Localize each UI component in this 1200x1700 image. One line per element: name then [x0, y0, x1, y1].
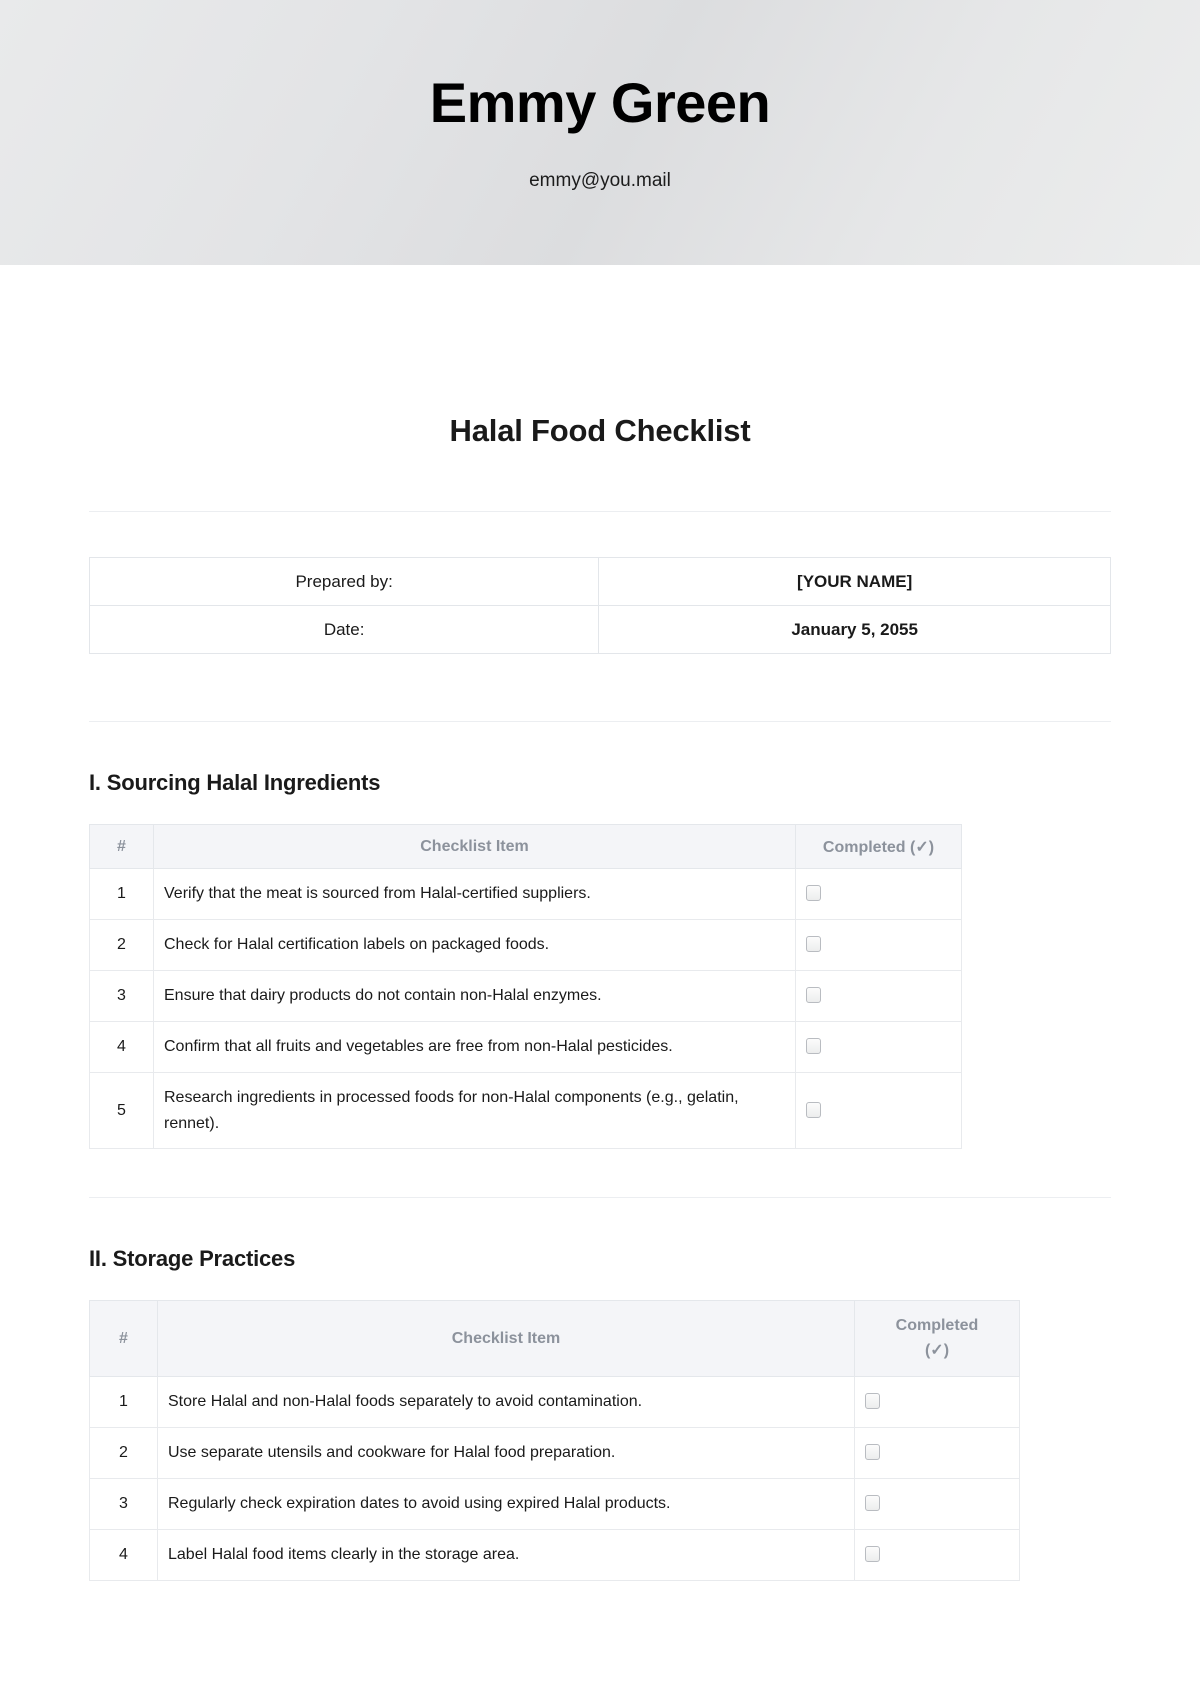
checkbox-icon[interactable]	[806, 1101, 821, 1118]
column-header-number: #	[89, 1300, 158, 1378]
row-number: 2	[89, 918, 154, 971]
table-row: Date: January 5, 2055	[88, 605, 1111, 654]
completed-cell[interactable]	[854, 1529, 1020, 1582]
checklist-item-text: Label Halal food items clearly in the st…	[157, 1529, 855, 1582]
table-row: 1 Store Halal and non-Halal foods separa…	[89, 1376, 1020, 1429]
checklist-item-text: Research ingredients in processed foods …	[153, 1071, 796, 1150]
prepared-by-table: Prepared by: [YOUR NAME] Date: January 5…	[88, 557, 1111, 654]
date-label: Date:	[88, 605, 600, 654]
document-body: Halal Food Checklist Prepared by: [YOUR …	[0, 413, 1200, 1582]
checkbox-icon[interactable]	[865, 1495, 880, 1512]
row-number: 4	[89, 1020, 154, 1073]
completed-cell[interactable]	[854, 1478, 1020, 1531]
title-divider	[89, 511, 1111, 512]
section-divider	[89, 1197, 1111, 1199]
completed-cell[interactable]	[795, 868, 962, 920]
checkbox-icon[interactable]	[865, 1444, 880, 1461]
checkbox-icon[interactable]	[806, 935, 821, 952]
table-row: 4 Label Halal food items clearly in the …	[89, 1529, 1020, 1582]
completed-cell[interactable]	[795, 918, 962, 971]
checklist-item-text: Check for Halal certification labels on …	[153, 918, 796, 971]
checkbox-icon[interactable]	[806, 1037, 821, 1054]
completed-cell[interactable]	[795, 1071, 962, 1150]
column-header-completed-line1: Completed	[895, 1317, 979, 1335]
column-header-completed: Completed (✓)	[795, 824, 962, 869]
column-header-number: #	[89, 824, 154, 869]
info-divider	[89, 721, 1111, 722]
prepared-by-label: Prepared by:	[88, 557, 600, 606]
column-header-completed: Completed (✓)	[854, 1300, 1020, 1378]
table-header-row: # Checklist Item Completed (✓)	[89, 824, 962, 869]
date-value[interactable]: January 5, 2055	[598, 605, 1111, 654]
banner-content: Emmy Green emmy@you.mail	[0, 72, 1200, 192]
completed-cell[interactable]	[795, 969, 962, 1022]
column-header-item: Checklist Item	[153, 824, 796, 869]
table-row: 3 Regularly check expiration dates to av…	[89, 1478, 1020, 1531]
completed-cell[interactable]	[795, 1020, 962, 1073]
row-number: 2	[89, 1427, 158, 1480]
table-row: 5 Research ingredients in processed food…	[89, 1071, 962, 1150]
checklist-item-text: Use separate utensils and cookware for H…	[157, 1427, 855, 1480]
checklist-item-text: Ensure that dairy products do not contai…	[153, 969, 796, 1022]
checklist-table-2: # Checklist Item Completed (✓) 1 Store H…	[89, 1300, 1020, 1582]
section-heading-1: I. Sourcing Halal Ingredients	[89, 770, 381, 795]
table-row: 3 Ensure that dairy products do not cont…	[89, 969, 962, 1022]
row-number: 5	[89, 1071, 154, 1150]
checklist-item-text: Store Halal and non-Halal foods separate…	[157, 1376, 855, 1429]
checkbox-icon[interactable]	[806, 884, 821, 901]
checkbox-icon[interactable]	[806, 986, 821, 1003]
table-header-row: # Checklist Item Completed (✓)	[89, 1300, 1020, 1378]
table-row: 2 Check for Halal certification labels o…	[89, 918, 962, 971]
table-row: 2 Use separate utensils and cookware for…	[89, 1427, 1020, 1480]
completed-cell[interactable]	[854, 1427, 1020, 1480]
table-row: 4 Confirm that all fruits and vegetables…	[89, 1020, 962, 1073]
prepared-by-value[interactable]: [YOUR NAME]	[598, 557, 1111, 606]
column-header-completed-line2: (✓)	[924, 1341, 950, 1359]
checkbox-icon[interactable]	[865, 1546, 880, 1563]
profile-banner: Emmy Green emmy@you.mail	[0, 0, 1200, 265]
page-title: Halal Food Checklist	[449, 413, 751, 448]
profile-email: emmy@you.mail	[529, 169, 671, 191]
checklist-item-text: Confirm that all fruits and vegetables a…	[153, 1020, 796, 1073]
row-number: 4	[89, 1529, 158, 1582]
table-row: Prepared by: [YOUR NAME]	[88, 557, 1111, 606]
checklist-item-text: Regularly check expiration dates to avoi…	[157, 1478, 855, 1531]
table-row: 1 Verify that the meat is sourced from H…	[89, 868, 962, 920]
row-number: 1	[89, 868, 154, 920]
row-number: 3	[89, 1478, 158, 1531]
checkbox-icon[interactable]	[865, 1393, 880, 1410]
checklist-item-text: Verify that the meat is sourced from Hal…	[153, 868, 796, 920]
column-header-item: Checklist Item	[157, 1300, 855, 1378]
checklist-table-1: # Checklist Item Completed (✓) 1 Verify …	[89, 824, 962, 1150]
section-heading-2: II. Storage Practices	[89, 1246, 296, 1272]
completed-cell[interactable]	[854, 1376, 1020, 1429]
row-number: 1	[89, 1376, 158, 1429]
profile-name: Emmy Green	[429, 71, 771, 134]
row-number: 3	[89, 969, 154, 1022]
